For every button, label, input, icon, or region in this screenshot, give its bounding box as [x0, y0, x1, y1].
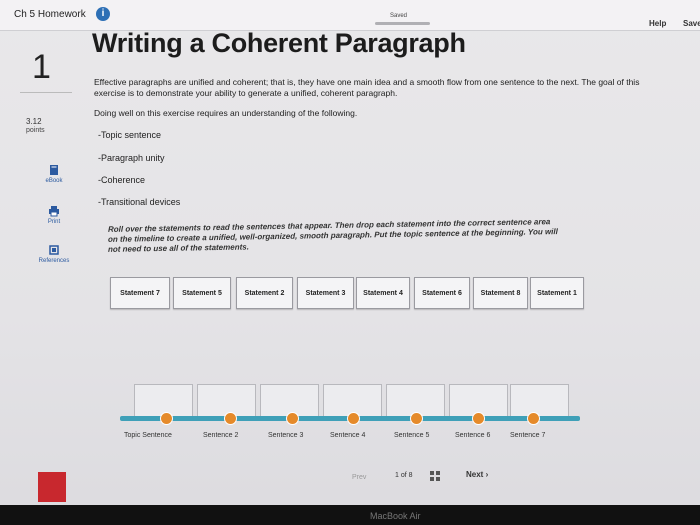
timeline-label: Sentence 4 [330, 432, 366, 439]
points-label: points [26, 127, 45, 134]
page-of: of [400, 472, 407, 479]
print-label: Print [47, 219, 61, 225]
sentence-drop-zone[interactable] [510, 384, 569, 418]
grid-icon[interactable] [430, 471, 440, 481]
instructions: Roll over the statements to read the sen… [108, 217, 558, 254]
top-bar: Ch 5 Homework i Saved Help Save [0, 0, 700, 31]
intro-paragraph: Effective paragraphs are unified and coh… [94, 77, 640, 98]
list-item: -Transitional devices [98, 197, 181, 207]
next-button[interactable]: Next › [466, 470, 488, 479]
timeline-label: Sentence 2 [203, 432, 239, 439]
statement-card[interactable]: Statement 6 [414, 277, 470, 309]
statement-card[interactable]: Statement 4 [356, 277, 410, 309]
laptop-bezel: MacBook Air [0, 505, 700, 525]
timeline-label: Sentence 5 [394, 432, 430, 439]
timeline-label: Topic Sentence [124, 432, 172, 439]
timeline-label: Sentence 6 [455, 432, 491, 439]
print-button[interactable]: Print [24, 205, 84, 225]
ebook-button[interactable]: eBook [24, 164, 84, 184]
points-value: 3.12 [26, 117, 42, 126]
publisher-logo [38, 472, 66, 502]
timeline-marker [347, 412, 360, 425]
print-icon [49, 206, 59, 217]
chevron-right-icon: › [485, 470, 489, 479]
current-page: 1 [395, 472, 399, 479]
list-item: -Paragraph unity [98, 153, 165, 163]
references-button[interactable]: References [24, 244, 84, 264]
timeline-label: Sentence 3 [268, 432, 304, 439]
statement-card[interactable]: Statement 7 [110, 277, 170, 309]
divider [20, 92, 72, 93]
page-indicator: 1 of 8 [395, 472, 413, 479]
ebook-icon [50, 165, 58, 175]
timeline-marker [410, 412, 423, 425]
statement-card[interactable]: Statement 8 [473, 277, 528, 309]
statement-card[interactable]: Statement 5 [173, 277, 231, 309]
requirements-paragraph: Doing well on this exercise requires an … [94, 108, 358, 118]
statement-card[interactable]: Statement 2 [236, 277, 293, 309]
statement-card[interactable]: Statement 1 [530, 277, 584, 309]
prev-button[interactable]: Prev [352, 474, 366, 481]
timeline-marker [224, 412, 237, 425]
timeline-marker [527, 412, 540, 425]
saved-status: Saved [390, 13, 408, 19]
save-button[interactable]: Save [683, 19, 700, 28]
timeline-marker [286, 412, 299, 425]
references-icon [49, 245, 59, 255]
next-label: Next [466, 470, 484, 479]
info-icon[interactable]: i [96, 7, 110, 21]
course-title[interactable]: Ch 5 Homework [14, 9, 86, 20]
question-number: 1 [32, 48, 51, 86]
timeline-marker [472, 412, 485, 425]
timeline-label: Sentence 7 [510, 432, 546, 439]
timeline-marker [160, 412, 173, 425]
page-title: Writing a Coherent Paragraph [92, 28, 466, 58]
device-label: MacBook Air [370, 511, 421, 521]
statement-card[interactable]: Statement 3 [297, 277, 354, 309]
ebook-label: eBook [45, 178, 63, 184]
help-button[interactable]: Help [649, 19, 666, 28]
list-item: -Topic sentence [98, 130, 162, 140]
references-label: References [38, 258, 70, 264]
screen: Ch 5 Homework i Saved Help Save 1 3.12 p… [0, 0, 700, 525]
list-item: -Coherence [98, 175, 146, 185]
saved-indicator [375, 22, 430, 25]
total-pages: 8 [408, 472, 413, 479]
